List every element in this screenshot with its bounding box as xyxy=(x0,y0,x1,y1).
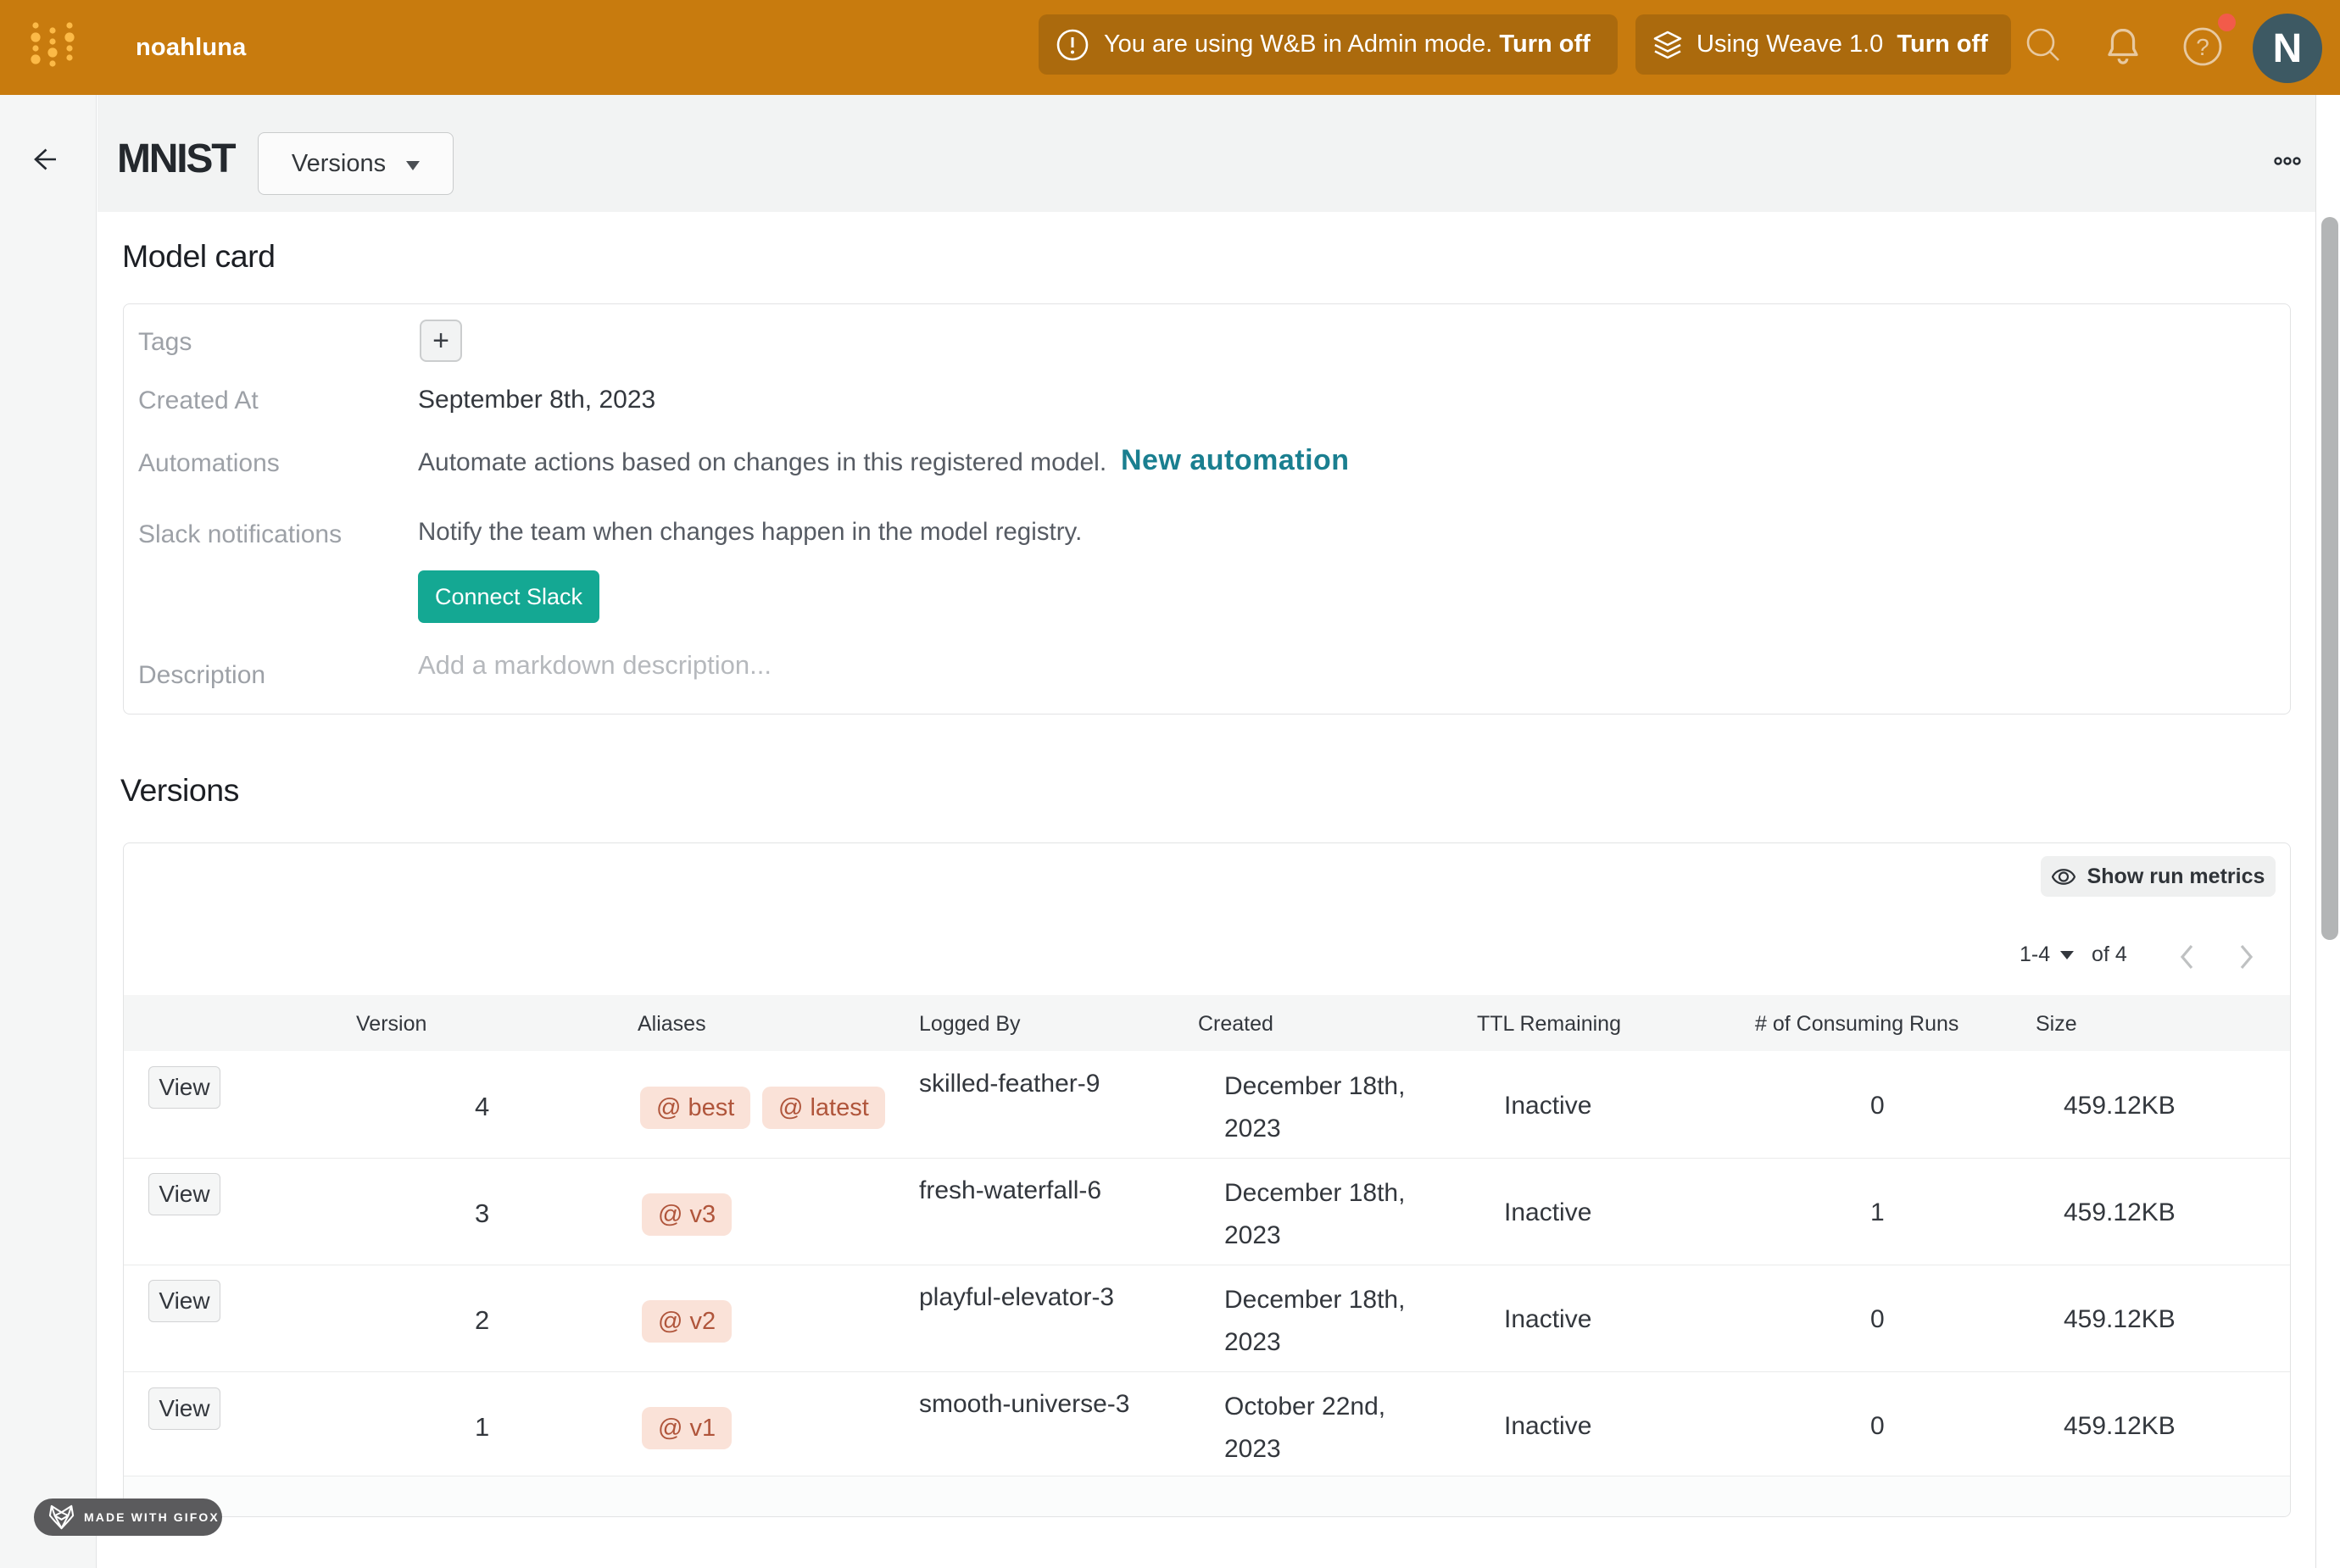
svg-text:?: ? xyxy=(2196,34,2209,60)
